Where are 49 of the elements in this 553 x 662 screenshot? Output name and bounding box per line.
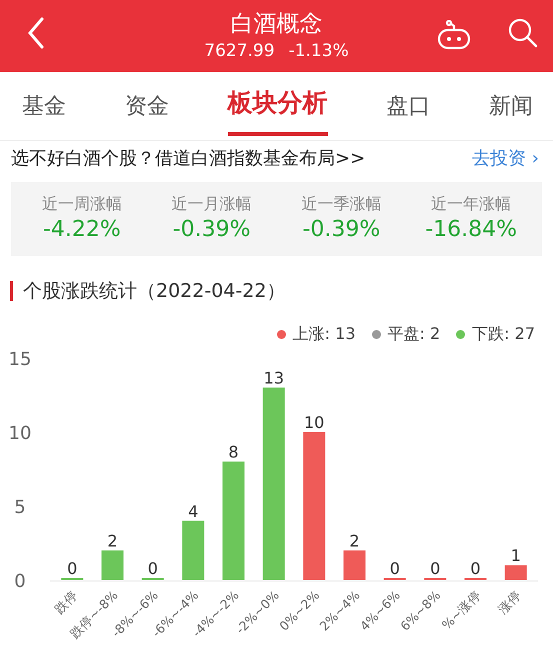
axis-label: 涨停 — [494, 588, 524, 616]
axis-label: %~涨停 — [438, 588, 484, 632]
stat-label: 近一周涨幅 — [42, 193, 122, 215]
data-label: 0 — [148, 559, 158, 578]
data-label: 10 — [304, 413, 324, 432]
legend-label: 下跌: 27 — [472, 324, 535, 344]
axis-label: 15 — [8, 349, 32, 370]
stat-label: 近一年涨幅 — [431, 193, 512, 215]
accent-bar — [10, 281, 13, 301]
tab[interactable]: 基金 — [22, 72, 66, 140]
data-label: 4 — [188, 502, 198, 521]
data-label: 2 — [349, 531, 360, 550]
robot-icon[interactable] — [437, 20, 471, 50]
legend-label: 上涨: 13 — [292, 324, 356, 344]
tab[interactable]: 资金 — [124, 72, 169, 140]
promo-text: 选不好白酒个股？借道白酒指数基金布局>> — [11, 147, 366, 170]
price-change: -1.13% — [288, 40, 349, 63]
axis-label: 5 — [14, 497, 26, 518]
bar — [344, 550, 366, 580]
data-label: 8 — [228, 442, 239, 462]
data-label: 13 — [264, 368, 284, 388]
stat-label: 近一季涨幅 — [301, 193, 382, 215]
tab[interactable]: 新闻 — [489, 72, 533, 140]
stat-label: 近一月涨幅 — [172, 193, 252, 215]
bar — [504, 565, 527, 580]
data-label: 0 — [470, 559, 481, 578]
index-price: 7627.99 — [204, 40, 275, 63]
stat-value: -16.84% — [425, 216, 518, 244]
axis-label: 跌停 — [51, 588, 80, 616]
data-label: 1 — [510, 546, 521, 566]
axis-label: 10 — [8, 423, 32, 444]
stat-value: -0.39% — [172, 216, 251, 244]
data-label: 2 — [107, 531, 118, 550]
section-title: 个股涨跌统计（2022-04-22） — [23, 279, 286, 304]
axis-label: 0 — [14, 571, 26, 592]
tab[interactable]: 板块分析 — [228, 72, 328, 136]
data-label: 0 — [390, 559, 400, 578]
bar — [102, 550, 124, 580]
legend-label: 平盘: 2 — [388, 324, 440, 344]
stat-value: -0.39% — [302, 216, 380, 244]
invest-link[interactable]: 去投资 › — [472, 146, 539, 170]
stat-value: -4.22% — [42, 216, 121, 244]
page-title: 白酒概念 — [230, 10, 322, 39]
data-label: 0 — [67, 559, 78, 578]
bar — [182, 520, 204, 580]
tab[interactable]: 盘口 — [386, 72, 430, 140]
back-icon[interactable] — [27, 17, 45, 49]
search-icon[interactable] — [508, 18, 538, 48]
data-label: 0 — [430, 559, 440, 578]
